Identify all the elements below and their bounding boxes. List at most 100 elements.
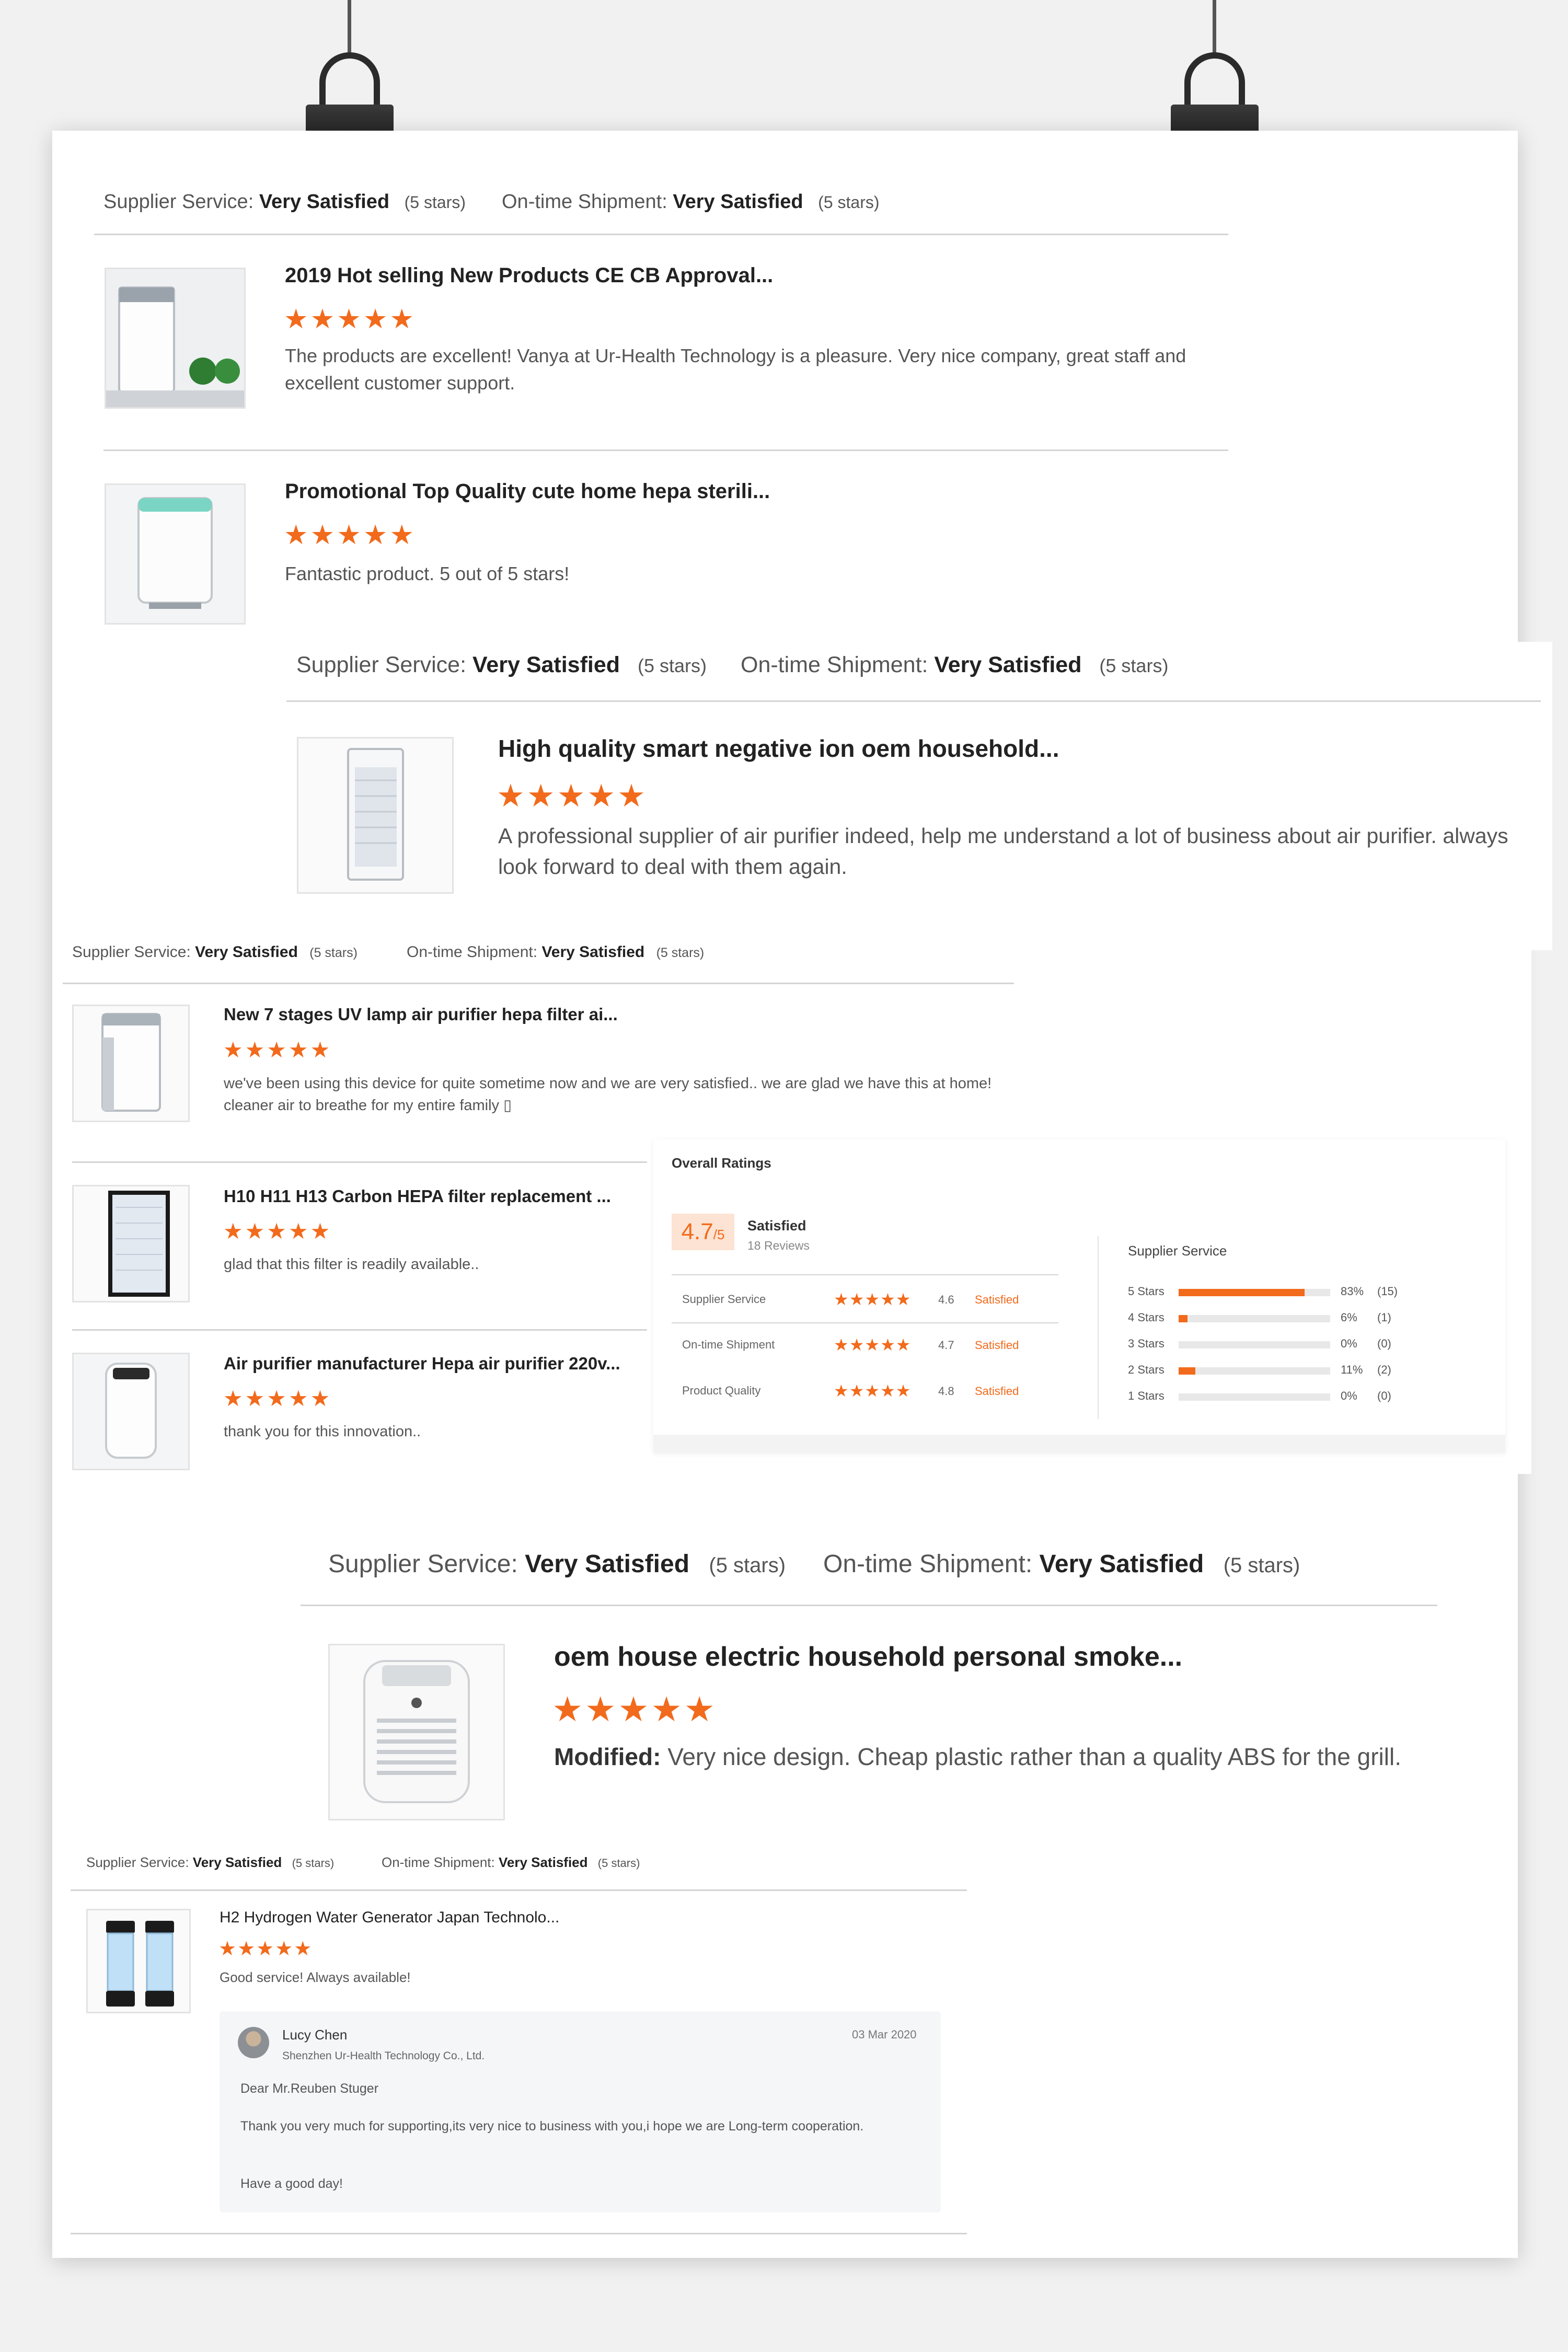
divider (72, 1161, 647, 1163)
review5-shipment: On-time Shipment: Very Satisfied (5 star… (382, 1854, 640, 1871)
breakdown-percent: 6% (1341, 1311, 1357, 1324)
product-thumbnail[interactable] (328, 1644, 505, 1820)
shipment-label: On-time Shipment: (407, 943, 538, 961)
divider (71, 1889, 967, 1891)
divider (672, 1274, 1058, 1275)
review-text: Modified: Very nice design. Cheap plasti… (554, 1739, 1443, 1774)
rating-stars: ★★★★★ (834, 1290, 912, 1309)
shipment-label: On-time Shipment: (741, 652, 928, 677)
product-title[interactable]: H10 H11 H13 Carbon HEPA filter replaceme… (224, 1186, 611, 1206)
product-thumbnail[interactable] (72, 1185, 190, 1302)
breakdown-label: 3 Stars (1128, 1337, 1165, 1350)
review-text: thank you for this innovation.. (224, 1423, 421, 1440)
rating-stars: ★★★★★ (223, 1219, 332, 1243)
product-title[interactable]: High quality smart negative ion oem hous… (498, 734, 1059, 763)
rating-stars: ★★★★★ (223, 1386, 332, 1411)
supplier-service-value: Very Satisfied (195, 943, 298, 961)
air-purifier-image (106, 485, 244, 623)
product-thumbnail[interactable] (86, 1909, 191, 2013)
breakdown-label: 1 Stars (1128, 1389, 1165, 1402)
supplier-service-label: Supplier Service: (328, 1550, 518, 1578)
product-title[interactable]: Promotional Top Quality cute home hepa s… (285, 480, 770, 503)
product-title[interactable]: H2 Hydrogen Water Generator Japan Techno… (220, 1909, 559, 1927)
product-title[interactable]: Air purifier manufacturer Hepa air purif… (224, 1354, 620, 1374)
category-label: Satisfied (975, 1339, 1019, 1352)
supplier-service-label: Supplier Service: (72, 943, 191, 961)
shipment-stars: (5 stars) (597, 1857, 640, 1870)
air-purifier-image (106, 269, 244, 407)
product-title[interactable]: oem house electric household personal sm… (554, 1641, 1182, 1673)
shipment-label: On-time Shipment: (823, 1550, 1033, 1578)
shipment-value: Very Satisfied (498, 1854, 588, 1870)
shipment-stars: (5 stars) (818, 193, 880, 212)
rating-stars: ★★★★★ (552, 1690, 717, 1728)
overall-ratings-title: Overall Ratings (672, 1155, 771, 1171)
review-text-body: Very nice design. Cheap plastic rather t… (667, 1743, 1401, 1770)
rating-stars: ★★★★★ (284, 520, 417, 550)
breakdown-count: (15) (1377, 1285, 1398, 1298)
shipment-value: Very Satisfied (541, 943, 645, 961)
breakdown-bar (1179, 1315, 1330, 1322)
hepa-filter-image (74, 1186, 188, 1301)
reply-greeting: Dear Mr.Reuben Stuger (240, 2081, 379, 2096)
review3-meta: Supplier Service: Very Satisfied (5 star… (72, 943, 358, 961)
review2-meta: Supplier Service: Very Satisfied (5 star… (296, 652, 707, 678)
air-purifier-image (74, 1354, 188, 1469)
review2-panel (285, 642, 1552, 950)
air-purifier-image (298, 739, 452, 892)
breakdown-count: (0) (1377, 1337, 1391, 1350)
product-title[interactable]: 2019 Hot selling New Products CE CB Appr… (285, 264, 773, 287)
product-thumbnail[interactable] (72, 1353, 190, 1470)
breakdown-bar-fill (1179, 1367, 1195, 1375)
reply-company: Shenzhen Ur-Health Technology Co., Ltd. (282, 2050, 485, 2062)
reply-date: 03 Mar 2020 (852, 2028, 917, 2041)
review1-shipment: On-time Shipment: Very Satisfied (5 star… (502, 191, 880, 213)
overall-score-badge: 4.7/5 (672, 1214, 734, 1250)
review4-shipment: On-time Shipment: Very Satisfied (5 star… (823, 1550, 1300, 1578)
review2-shipment: On-time Shipment: Very Satisfied (5 star… (741, 652, 1168, 678)
divider (286, 700, 1541, 702)
shipment-label: On-time Shipment: (502, 191, 667, 213)
modified-label: Modified: (554, 1743, 661, 1770)
review1-meta: Supplier Service: Very Satisfied (5 star… (103, 191, 466, 213)
divider (63, 983, 1014, 984)
rating-stars: ★★★★★ (284, 304, 417, 335)
shipment-label: On-time Shipment: (382, 1854, 495, 1870)
review-text: glad that this filter is readily availab… (224, 1256, 479, 1273)
breakdown-label: 2 Stars (1128, 1363, 1165, 1376)
supplier-service-value: Very Satisfied (259, 191, 390, 213)
rating-stars: ★★★★★ (834, 1335, 912, 1354)
supplier-service-stars: (5 stars) (638, 655, 707, 676)
air-purifier-image (74, 1006, 188, 1121)
divider (71, 2233, 967, 2234)
product-title[interactable]: New 7 stages UV lamp air purifier hepa f… (224, 1005, 618, 1024)
breakdown-percent: 0% (1341, 1337, 1357, 1350)
category-name: On-time Shipment (682, 1338, 775, 1351)
category-score: 4.8 (938, 1385, 954, 1398)
rating-stars: ★★★★★ (223, 1037, 332, 1062)
shipment-value: Very Satisfied (934, 652, 1082, 677)
breakdown-percent: 83% (1341, 1285, 1364, 1298)
panel-vertical-divider (1098, 1236, 1099, 1419)
category-score: 4.7 (938, 1339, 954, 1352)
reply-author-name: Lucy Chen (282, 2027, 348, 2043)
shipment-value: Very Satisfied (1039, 1550, 1204, 1578)
product-thumbnail[interactable] (72, 1005, 190, 1122)
overall-review-count: 18 Reviews (747, 1239, 810, 1252)
breakdown-percent: 11% (1341, 1363, 1363, 1376)
product-thumbnail[interactable] (297, 737, 454, 894)
shipment-value: Very Satisfied (673, 191, 803, 213)
breakdown-bar (1179, 1341, 1330, 1348)
overall-score-suffix: /5 (713, 1227, 725, 1242)
supplier-service-stars: (5 stars) (709, 1554, 786, 1577)
review-text: Good service! Always available! (220, 1969, 411, 1985)
rating-stars: ★★★★★ (497, 778, 648, 813)
breakdown-count: (0) (1377, 1389, 1391, 1402)
category-name: Supplier Service (682, 1293, 766, 1306)
supplier-service-value: Very Satisfied (192, 1854, 282, 1870)
product-thumbnail[interactable] (105, 268, 246, 409)
supplier-service-stars: (5 stars) (309, 946, 358, 960)
product-thumbnail[interactable] (105, 483, 246, 625)
divider (72, 1329, 647, 1331)
breakdown-bar (1179, 1367, 1330, 1375)
